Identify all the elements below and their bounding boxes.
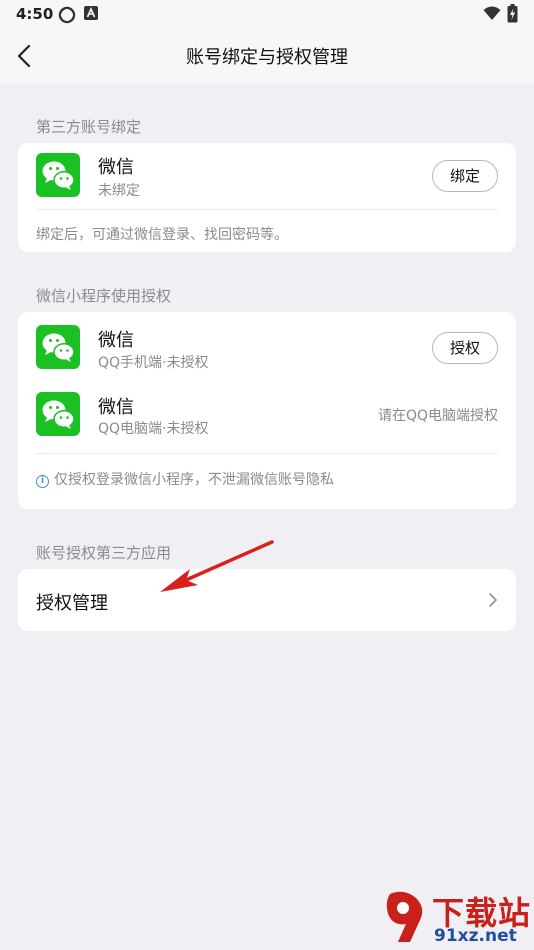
watermark-url: 91xz.net <box>434 926 517 946</box>
watermark-logo-icon <box>386 891 423 942</box>
watermark: 下载站 91xz.net <box>384 888 534 950</box>
annotation-arrow <box>160 540 274 592</box>
